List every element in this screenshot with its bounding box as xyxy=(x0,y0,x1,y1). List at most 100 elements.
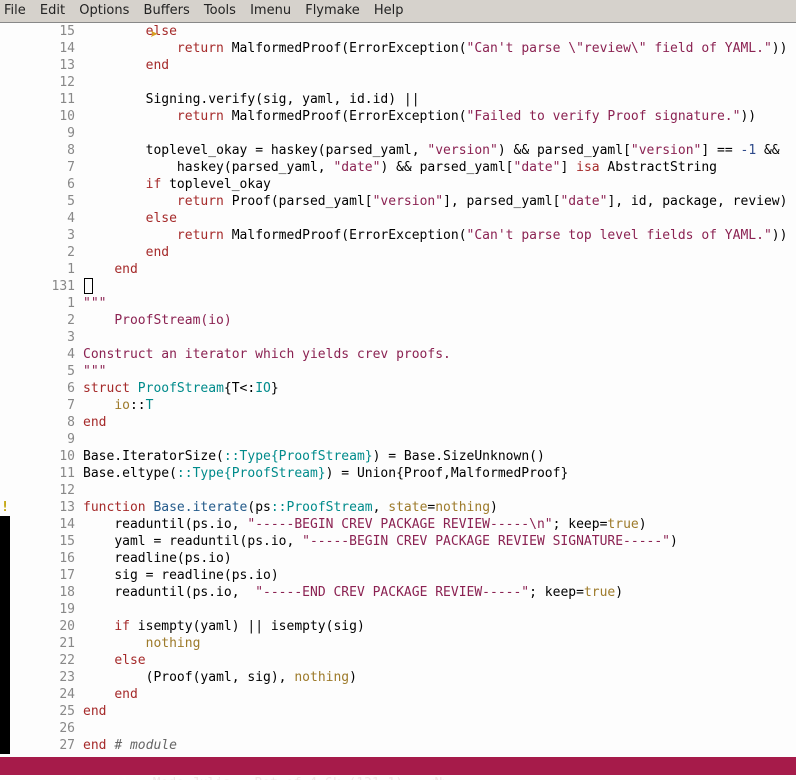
code-content[interactable]: if toplevel_okay xyxy=(83,176,796,193)
code-content[interactable]: else xyxy=(83,23,796,40)
code-content[interactable]: return MalformedProof(ErrorException("Fa… xyxy=(83,108,796,125)
code-line[interactable]: 9 xyxy=(0,431,796,448)
code-content[interactable]: end xyxy=(83,686,796,703)
code-line[interactable]: 2 ProofStream(io) xyxy=(0,312,796,329)
code-content[interactable]: io::T xyxy=(83,397,796,414)
code-content[interactable] xyxy=(83,431,796,448)
code-content[interactable] xyxy=(83,74,796,91)
code-line[interactable]: 23 (Proof(yaml, sig), nothing) xyxy=(0,669,796,686)
code-content[interactable]: return MalformedProof(ErrorException("Ca… xyxy=(83,40,796,57)
menu-options[interactable]: Options xyxy=(79,3,129,18)
code-line[interactable]: 1 end xyxy=(0,261,796,278)
code-line[interactable]: 13 end xyxy=(0,57,796,74)
code-line[interactable]: 4Construct an iterator which yields crev… xyxy=(0,346,796,363)
fringe-left xyxy=(0,550,10,567)
code-content[interactable]: sig = readline(ps.io) xyxy=(83,567,796,584)
code-line[interactable]: 5""" xyxy=(0,363,796,380)
code-line[interactable]: 24 end xyxy=(0,686,796,703)
code-line[interactable]: 12 xyxy=(0,482,796,499)
menu-tools[interactable]: Tools xyxy=(204,3,236,18)
code-content[interactable]: else xyxy=(83,210,796,227)
code-line[interactable]: 7 haskey(parsed_yaml, "date") && parsed_… xyxy=(0,159,796,176)
code-line[interactable]: 7 io::T xyxy=(0,397,796,414)
code-line[interactable]: 14 return MalformedProof(ErrorException(… xyxy=(0,40,796,57)
code-line[interactable]: 22 else xyxy=(0,652,796,669)
menu-bar[interactable]: File Edit Options Buffers Tools Imenu Fl… xyxy=(0,0,796,23)
code-line[interactable]: 11Base.eltype(::Type{ProofStream}) = Uni… xyxy=(0,465,796,482)
code-content[interactable]: function Base.iterate(ps::ProofStream, s… xyxy=(83,499,796,516)
menu-edit[interactable]: Edit xyxy=(40,3,65,18)
menu-flymake[interactable]: Flymake xyxy=(305,3,359,18)
code-line[interactable]: 3 return MalformedProof(ErrorException("… xyxy=(0,227,796,244)
line-number: 3 xyxy=(10,227,83,244)
code-line[interactable]: 12 xyxy=(0,74,796,91)
code-content[interactable]: if isempty(yaml) || isempty(sig) xyxy=(83,618,796,635)
code-content[interactable] xyxy=(83,278,796,295)
code-line[interactable]: 6struct ProofStream{T<:IO} xyxy=(0,380,796,397)
code-line[interactable]: 26 xyxy=(0,720,796,737)
code-content[interactable]: else xyxy=(83,652,796,669)
code-line[interactable]: 3 xyxy=(0,329,796,346)
code-content[interactable]: yaml = readuntil(ps.io, "-----BEGIN CREV… xyxy=(83,533,796,550)
code-line[interactable]: 10Base.IteratorSize(::Type{ProofStream})… xyxy=(0,448,796,465)
code-content[interactable]: Base.IteratorSize(::Type{ProofStream}) =… xyxy=(83,448,796,465)
code-line[interactable]: 14 readuntil(ps.io, "-----BEGIN CREV PAC… xyxy=(0,516,796,533)
menu-buffers[interactable]: Buffers xyxy=(144,3,190,18)
code-content[interactable]: Construct an iterator which yields crev … xyxy=(83,346,796,363)
menu-help[interactable]: Help xyxy=(374,3,404,18)
code-content[interactable]: Signing.verify(sig, yaml, id.id) || xyxy=(83,91,796,108)
code-line[interactable]: 25end xyxy=(0,703,796,720)
code-content[interactable]: end xyxy=(83,703,796,720)
code-content[interactable]: (Proof(yaml, sig), nothing) xyxy=(83,669,796,686)
code-content[interactable] xyxy=(83,329,796,346)
code-content[interactable]: """ xyxy=(83,363,796,380)
code-line[interactable]: 16 readline(ps.io) xyxy=(0,550,796,567)
code-line[interactable]: 8 toplevel_okay = haskey(parsed_yaml, "v… xyxy=(0,142,796,159)
code-line[interactable]: 6 if toplevel_okay xyxy=(0,176,796,193)
code-line[interactable]: !13function Base.iterate(ps::ProofStream… xyxy=(0,499,796,516)
code-content[interactable]: readuntil(ps.io, "-----BEGIN CREV PACKAG… xyxy=(83,516,796,533)
code-content[interactable]: ProofStream(io) xyxy=(83,312,796,329)
code-content[interactable] xyxy=(83,720,796,737)
code-line[interactable]: 19 xyxy=(0,601,796,618)
code-line[interactable]: 8end xyxy=(0,414,796,431)
code-line[interactable]: 18 readuntil(ps.io, "-----END CREV PACKA… xyxy=(0,584,796,601)
code-content[interactable]: end xyxy=(83,244,796,261)
code-line[interactable]: 21 nothing xyxy=(0,635,796,652)
line-number: 20 xyxy=(10,618,83,635)
code-line[interactable]: 27end # module xyxy=(0,737,796,754)
code-content[interactable]: Base.eltype(::Type{ProofStream}) = Union… xyxy=(83,465,796,482)
code-line[interactable]: 5 return Proof(parsed_yaml["version"], p… xyxy=(0,193,796,210)
editor-area[interactable]: ➤ 15 else14 return MalformedProof(ErrorE… xyxy=(0,23,796,757)
code-line[interactable]: 10 return MalformedProof(ErrorException(… xyxy=(0,108,796,125)
code-content[interactable]: end xyxy=(83,57,796,74)
code-content[interactable]: end xyxy=(83,261,796,278)
code-content[interactable]: """ xyxy=(83,295,796,312)
code-line[interactable]: 15 else xyxy=(0,23,796,40)
code-content[interactable]: end xyxy=(83,414,796,431)
code-line[interactable]: 20 if isempty(yaml) || isempty(sig) xyxy=(0,618,796,635)
code-content[interactable] xyxy=(83,601,796,618)
code-line[interactable]: 11 Signing.verify(sig, yaml, id.id) || xyxy=(0,91,796,108)
code-line[interactable]: 17 sig = readline(ps.io) xyxy=(0,567,796,584)
menu-file[interactable]: File xyxy=(4,3,26,18)
code-content[interactable]: return MalformedProof(ErrorException("Ca… xyxy=(83,227,796,244)
code-line[interactable]: 1""" xyxy=(0,295,796,312)
code-content[interactable]: return Proof(parsed_yaml["version"], par… xyxy=(83,193,796,210)
code-content[interactable] xyxy=(83,482,796,499)
code-content[interactable]: toplevel_okay = haskey(parsed_yaml, "ver… xyxy=(83,142,796,159)
code-content[interactable] xyxy=(83,125,796,142)
code-content[interactable]: haskey(parsed_yaml, "date") && parsed_ya… xyxy=(83,159,796,176)
mode-line[interactable]: --- Crev.jl Mode:Julia Bot of 4.6k (131,… xyxy=(0,757,796,775)
code-line[interactable]: 15 yaml = readuntil(ps.io, "-----BEGIN C… xyxy=(0,533,796,550)
code-line[interactable]: 4 else xyxy=(0,210,796,227)
code-content[interactable]: nothing xyxy=(83,635,796,652)
menu-imenu[interactable]: Imenu xyxy=(250,3,291,18)
code-line[interactable]: 131 xyxy=(0,278,796,295)
code-content[interactable]: readuntil(ps.io, "-----END CREV PACKAGE … xyxy=(83,584,796,601)
code-content[interactable]: struct ProofStream{T<:IO} xyxy=(83,380,796,397)
code-content[interactable]: readline(ps.io) xyxy=(83,550,796,567)
code-line[interactable]: 9 xyxy=(0,125,796,142)
code-line[interactable]: 2 end xyxy=(0,244,796,261)
code-content[interactable]: end # module xyxy=(83,737,796,754)
